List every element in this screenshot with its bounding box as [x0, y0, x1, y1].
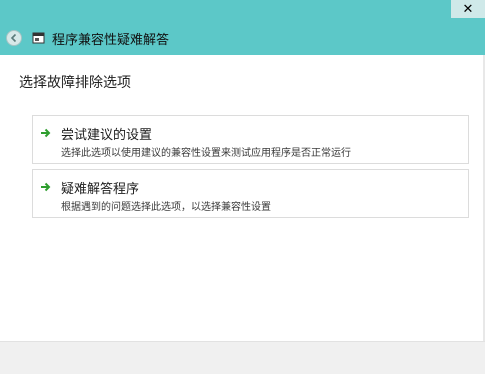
option-troubleshoot-program[interactable]: 疑难解答程序 根据遇到的问题选择此选项，以选择兼容性设置: [32, 169, 469, 218]
option-try-recommended-settings[interactable]: 尝试建议的设置 选择此选项以使用建议的兼容性设置来测试应用程序是否正常运行: [32, 115, 469, 164]
compatibility-app-icon: [32, 31, 46, 45]
option-title: 尝试建议的设置: [61, 128, 153, 143]
back-button[interactable]: [6, 30, 22, 46]
option-description: 选择此选项以使用建议的兼容性设置来测试应用程序是否正常运行: [61, 148, 351, 159]
title-bar: ✕ 程序兼容性疑难解答: [0, 0, 485, 55]
close-button[interactable]: ✕: [451, 0, 485, 18]
option-title: 疑难解答程序: [61, 182, 140, 197]
window-title: 程序兼容性疑难解答: [52, 32, 170, 48]
compatibility-troubleshooter-window: ✕ 程序兼容性疑难解答 选择故障排除选项 尝试建议的设置 选择此选项以使用建议的…: [0, 0, 485, 374]
back-arrow-icon: [10, 33, 17, 43]
green-arrow-icon: [41, 128, 51, 138]
close-icon: ✕: [462, 1, 474, 17]
green-arrow-icon: [41, 182, 51, 192]
option-description: 根据遇到的问题选择此选项，以选择兼容性设置: [61, 202, 271, 213]
page-title: 选择故障排除选项: [19, 75, 131, 91]
footer-bar: [0, 341, 485, 374]
navigation-bar: 程序兼容性疑难解答: [0, 26, 169, 50]
